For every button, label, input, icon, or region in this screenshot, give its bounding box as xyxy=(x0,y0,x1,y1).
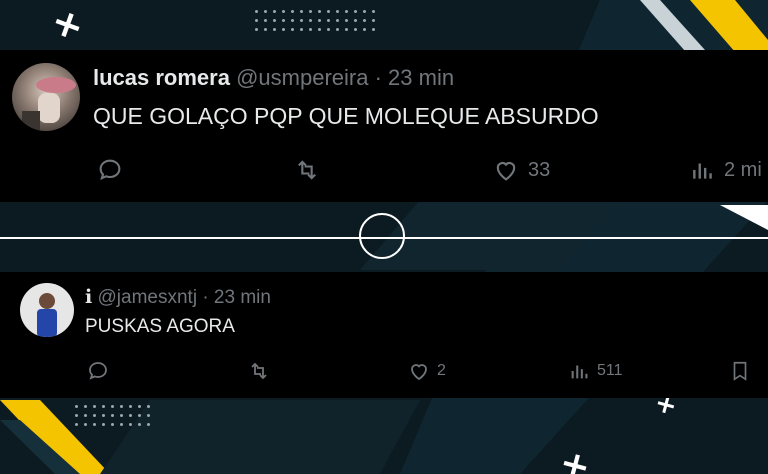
like-button[interactable]: 2 xyxy=(407,359,446,383)
reply-icon xyxy=(99,159,121,181)
tweet-header: i @jamesxntj · 23 min xyxy=(85,286,271,309)
view-count: 511 xyxy=(597,362,623,379)
views-icon xyxy=(571,365,588,379)
user-handle[interactable]: @usmpereira xyxy=(236,65,368,90)
retweet-icon xyxy=(251,362,267,380)
reply-icon xyxy=(89,362,107,380)
view-count: 2 mi xyxy=(724,158,762,181)
like-count: 2 xyxy=(437,362,446,379)
display-name[interactable]: lucas romera xyxy=(93,65,230,90)
reply-button[interactable] xyxy=(86,359,110,383)
timestamp[interactable]: · 23 min xyxy=(375,65,454,90)
views-button[interactable]: 2 mi xyxy=(690,156,762,184)
retweet-button[interactable] xyxy=(292,156,322,184)
like-button[interactable]: 33 xyxy=(492,156,550,184)
views-button[interactable]: 511 xyxy=(569,359,623,383)
retweet-icon xyxy=(298,160,316,180)
dots-pattern-bottom xyxy=(75,405,150,426)
display-name[interactable]: i xyxy=(85,286,92,308)
tweet-text: PUSKAS AGORA xyxy=(85,316,235,337)
retweet-button[interactable] xyxy=(246,359,272,383)
like-icon xyxy=(411,364,427,381)
avatar-image xyxy=(22,77,76,131)
bookmark-icon xyxy=(733,361,747,381)
timestamp[interactable]: · 23 min xyxy=(202,287,271,308)
dots-pattern-top xyxy=(255,10,375,31)
avatar[interactable] xyxy=(20,283,74,337)
like-count: 33 xyxy=(528,158,551,181)
bookmark-button[interactable] xyxy=(729,359,751,383)
avatar-image xyxy=(37,293,57,337)
tweet-card[interactable]: lucas romera @usmpereira · 23 min QUE GO… xyxy=(0,50,768,202)
views-icon xyxy=(693,163,712,179)
tweet-header: lucas romera @usmpereira · 23 min xyxy=(93,65,454,91)
avatar[interactable] xyxy=(12,63,80,131)
like-icon xyxy=(496,162,516,181)
center-circle xyxy=(359,213,405,259)
tweet-card[interactable]: i @jamesxntj · 23 min PUSKAS AGORA 2 511 xyxy=(0,272,768,398)
reply-button[interactable] xyxy=(96,156,124,184)
user-handle[interactable]: @jamesxntj xyxy=(98,287,198,308)
tweet-text: QUE GOLAÇO PQP QUE MOLEQUE ABSURDO xyxy=(93,103,599,129)
